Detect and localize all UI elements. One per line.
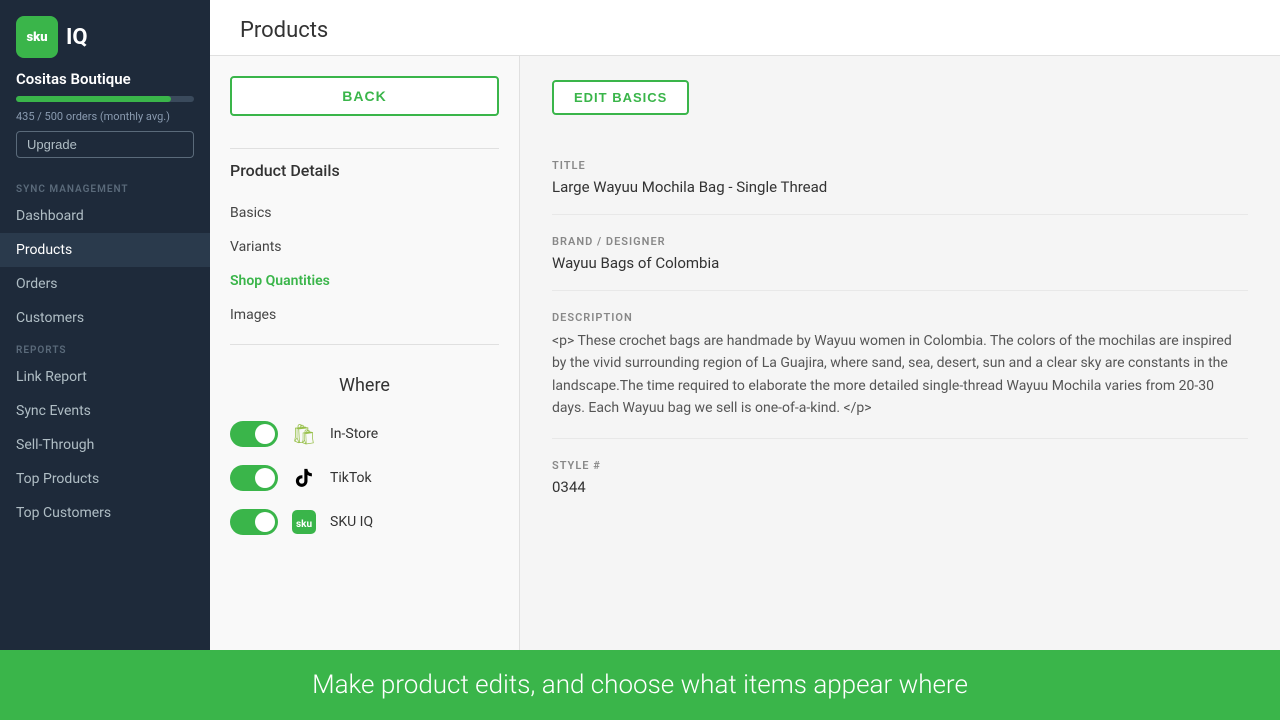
sidebar-item-sell-through[interactable]: Sell-Through <box>0 428 210 462</box>
sidebar: sku IQ Cositas Boutique 435 / 500 orders… <box>0 0 210 650</box>
sidebar-item-label: Customers <box>16 310 84 326</box>
field-divider-1 <box>552 214 1248 215</box>
upgrade-button[interactable]: Upgrade <box>16 131 194 158</box>
field-divider-3 <box>552 438 1248 439</box>
edit-basics-button[interactable]: EDIT BASICS <box>552 80 689 115</box>
brand-value: Wayuu Bags of Colombia <box>552 254 1248 272</box>
title-value: Large Wayuu Mochila Bag - Single Thread <box>552 178 1248 196</box>
channel-tiktok-row: TikTok <box>230 456 499 500</box>
divider-where <box>230 344 499 345</box>
logo-box: sku <box>16 16 58 58</box>
nav-shop-quantities[interactable]: Shop Quantities <box>230 264 499 298</box>
style-value: 0344 <box>552 478 1248 496</box>
description-value: <p> These crochet bags are handmade by W… <box>552 330 1248 420</box>
content-area: BACK Product Details Basics Variants Sho… <box>210 56 1280 650</box>
banner-text: Make product edits, and choose what item… <box>312 670 968 700</box>
shopify-icon: 🛍 <box>290 420 318 448</box>
skuiq-channel-icon: sku <box>290 508 318 536</box>
sidebar-item-top-products[interactable]: Top Products <box>0 462 210 496</box>
description-label: DESCRIPTION <box>552 311 1248 324</box>
divider <box>230 148 499 149</box>
sidebar-item-dashboard[interactable]: Dashboard <box>0 199 210 233</box>
left-panel: BACK Product Details Basics Variants Sho… <box>210 56 520 650</box>
sidebar-item-products[interactable]: Products <box>0 233 210 267</box>
page-title: Products <box>240 18 1250 43</box>
sidebar-item-top-customers[interactable]: Top Customers <box>0 496 210 530</box>
sidebar-item-label: Top Products <box>16 471 99 487</box>
sidebar-item-label: Link Report <box>16 369 87 385</box>
orders-text: 435 / 500 orders (monthly avg.) <box>0 106 210 131</box>
svg-text:sku: sku <box>296 519 312 530</box>
store-name: Cositas Boutique <box>0 70 210 96</box>
skuiq-label: SKU IQ <box>330 514 373 530</box>
page-header: Products <box>210 0 1280 56</box>
progress-bar-bg <box>16 96 194 102</box>
field-divider-2 <box>552 290 1248 291</box>
tiktok-toggle[interactable] <box>230 465 278 491</box>
style-label: STYLE # <box>552 459 1248 472</box>
reports-label: REPORTS <box>0 335 210 360</box>
channel-skuiq-row: sku SKU IQ <box>230 500 499 544</box>
right-panel: EDIT BASICS TITLE Large Wayuu Mochila Ba… <box>520 56 1280 650</box>
progress-bar-wrap <box>0 96 210 106</box>
sidebar-item-label: Orders <box>16 276 58 292</box>
sidebar-item-label: Products <box>16 242 72 258</box>
sidebar-item-sync-events[interactable]: Sync Events <box>0 394 210 428</box>
instore-toggle[interactable] <box>230 421 278 447</box>
sidebar-item-link-report[interactable]: Link Report <box>0 360 210 394</box>
logo-sku: sku <box>26 31 47 44</box>
logo-iq: IQ <box>66 25 88 50</box>
nav-variants[interactable]: Variants <box>230 230 499 264</box>
nav-images[interactable]: Images <box>230 298 499 332</box>
main-content: Products BACK Product Details Basics Var… <box>210 0 1280 650</box>
nav-basics[interactable]: Basics <box>230 196 499 230</box>
sidebar-item-label: Top Customers <box>16 505 111 521</box>
where-section: Where 🛍 In-Store <box>230 367 499 544</box>
sidebar-item-customers[interactable]: Customers <box>0 301 210 335</box>
instore-label: In-Store <box>330 426 378 442</box>
progress-bar-fill <box>16 96 171 102</box>
tiktok-label: TikTok <box>330 470 372 486</box>
title-label: TITLE <box>552 159 1248 172</box>
bottom-banner: Make product edits, and choose what item… <box>0 650 1280 720</box>
product-details-title: Product Details <box>230 161 499 180</box>
sidebar-item-label: Sell-Through <box>16 437 94 453</box>
channel-instore-row: 🛍 In-Store <box>230 412 499 456</box>
brand-label: BRAND / DESIGNER <box>552 235 1248 248</box>
sidebar-item-label: Sync Events <box>16 403 91 419</box>
back-button[interactable]: BACK <box>230 76 499 116</box>
sync-management-label: SYNC MANAGEMENT <box>0 174 210 199</box>
where-title: Where <box>230 375 499 396</box>
sidebar-item-orders[interactable]: Orders <box>0 267 210 301</box>
skuiq-toggle[interactable] <box>230 509 278 535</box>
sidebar-item-label: Dashboard <box>16 208 84 224</box>
tiktok-icon <box>290 464 318 492</box>
logo-area: sku IQ <box>0 0 210 70</box>
